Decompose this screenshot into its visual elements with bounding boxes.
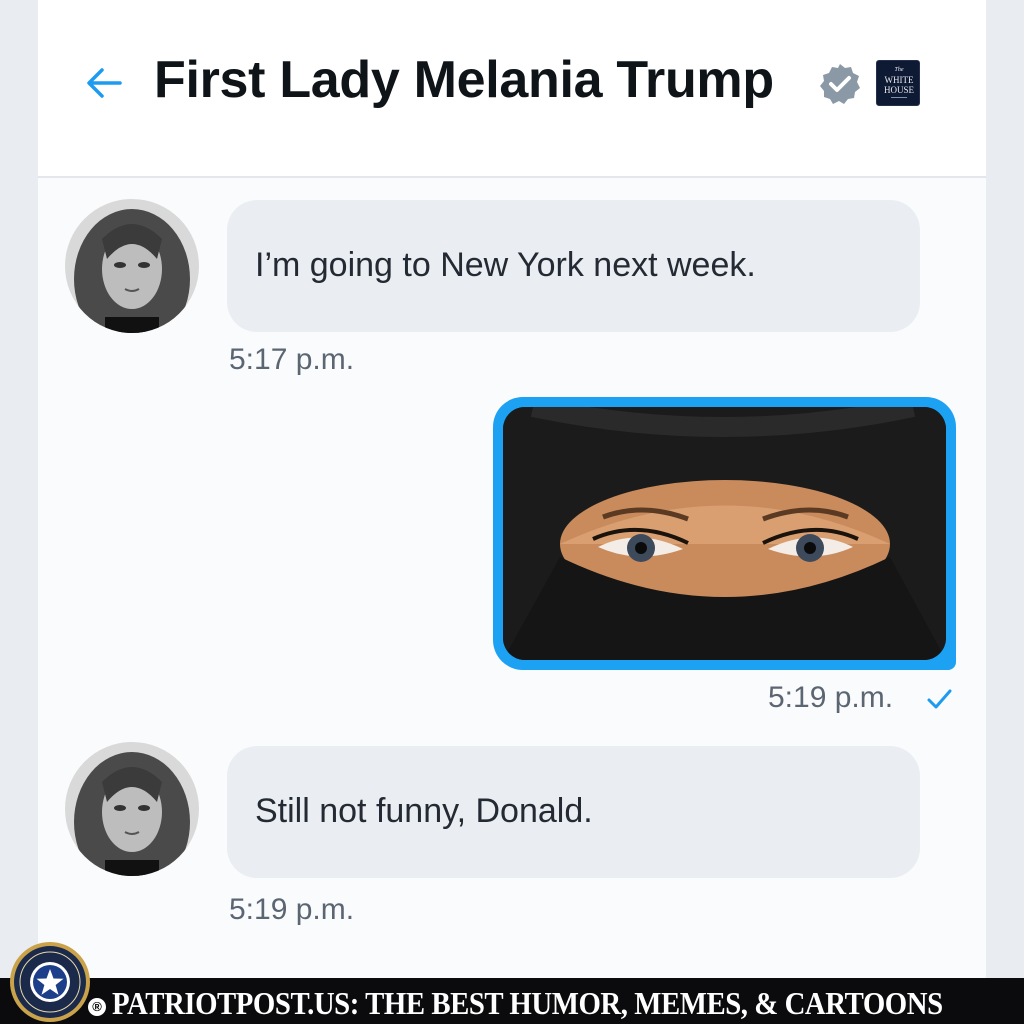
photo-image bbox=[503, 407, 946, 660]
watermark-text: PATRIOTPOST.US: THE BEST HUMOR, MEMES, &… bbox=[112, 985, 943, 1021]
conversation-screen: First Lady Melania Trump The WHITE HOUSE… bbox=[38, 0, 986, 980]
conversation-header: First Lady Melania Trump The WHITE HOUSE bbox=[38, 0, 986, 178]
white-house-badge-icon: The WHITE HOUSE bbox=[876, 60, 920, 106]
verified-badge-icon bbox=[820, 64, 860, 104]
patriot-post-seal-icon bbox=[10, 942, 90, 1022]
message-image-outgoing[interactable] bbox=[493, 397, 956, 670]
contact-name[interactable]: First Lady Melania Trump bbox=[154, 50, 774, 110]
message-text: Still not funny, Donald. bbox=[255, 792, 593, 830]
message-timestamp: 5:19 p.m. bbox=[229, 893, 355, 926]
avatar-portrait bbox=[65, 742, 199, 876]
message-bubble-incoming[interactable]: Still not funny, Donald. bbox=[227, 746, 920, 878]
message-timestamp: 5:17 p.m. bbox=[229, 343, 355, 376]
niqab-photo[interactable] bbox=[503, 407, 946, 660]
back-arrow-icon[interactable] bbox=[82, 62, 124, 104]
message-timestamp: 5:19 p.m. bbox=[768, 681, 894, 714]
message-bubble-incoming[interactable]: I’m going to New York next week. bbox=[227, 200, 920, 332]
registered-mark: ® bbox=[88, 998, 106, 1016]
message-text: I’m going to New York next week. bbox=[255, 246, 756, 284]
avatar-portrait bbox=[65, 199, 199, 333]
contact-avatar[interactable] bbox=[65, 199, 199, 333]
read-check-icon bbox=[927, 689, 952, 709]
contact-avatar[interactable] bbox=[65, 742, 199, 876]
